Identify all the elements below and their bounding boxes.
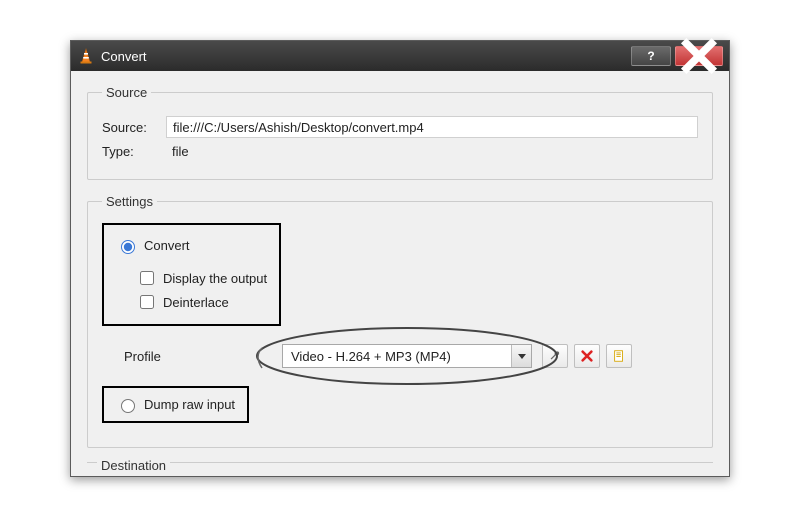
convert-dialog: Convert ? Source Source: Type: file Sett…	[70, 40, 730, 477]
new-profile-button[interactable]	[606, 344, 632, 368]
display-output-checkbox[interactable]	[140, 271, 154, 285]
profile-combobox-value: Video - H.264 + MP3 (MP4)	[291, 349, 451, 364]
source-label: Source:	[102, 120, 166, 135]
profile-combobox[interactable]: Video - H.264 + MP3 (MP4)	[282, 344, 532, 368]
new-document-icon	[612, 349, 626, 363]
edit-profile-button[interactable]	[542, 344, 568, 368]
dump-raw-label: Dump raw input	[144, 397, 235, 412]
settings-group: Settings Convert Display the output Dein…	[87, 194, 713, 448]
convert-radio[interactable]	[121, 240, 135, 254]
deinterlace-checkbox[interactable]	[140, 295, 154, 309]
chevron-down-icon	[511, 345, 531, 367]
source-group: Source Source: Type: file	[87, 85, 713, 180]
delete-profile-button[interactable]	[574, 344, 600, 368]
profile-label: Profile	[102, 349, 282, 364]
convert-radio-label: Convert	[144, 238, 190, 253]
wrench-icon	[548, 349, 562, 363]
deinterlace-label: Deinterlace	[163, 295, 229, 310]
convert-highlight-annotation: Convert Display the output Deinterlace	[102, 223, 281, 326]
help-button[interactable]: ?	[631, 46, 671, 66]
settings-legend: Settings	[102, 194, 157, 209]
window-title: Convert	[101, 49, 147, 64]
vlc-cone-icon	[77, 47, 95, 65]
type-label: Type:	[102, 144, 166, 159]
display-output-label: Display the output	[163, 271, 267, 286]
dump-raw-radio[interactable]	[121, 399, 135, 413]
close-button[interactable]	[675, 46, 723, 66]
delete-x-icon	[580, 349, 594, 363]
dialog-content: Source Source: Type: file Settings Conve…	[71, 71, 729, 476]
type-value: file	[166, 144, 189, 159]
destination-legend: Destination	[97, 458, 170, 473]
source-legend: Source	[102, 85, 151, 100]
source-path-input[interactable]	[166, 116, 698, 138]
titlebar: Convert ?	[71, 41, 729, 71]
dump-raw-highlight-annotation: Dump raw input	[102, 386, 249, 423]
